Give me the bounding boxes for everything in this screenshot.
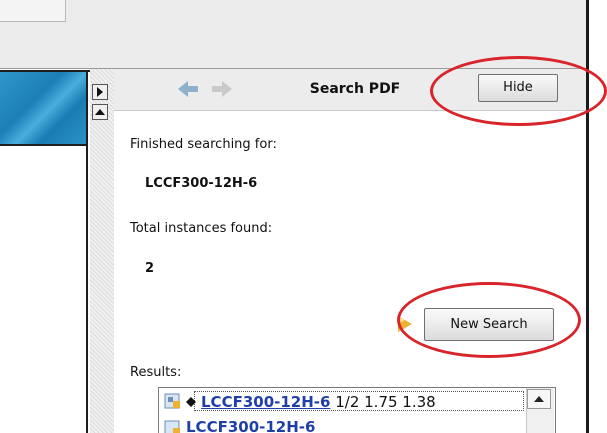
triangle-up-icon [95, 109, 105, 115]
window-frame-edge [586, 0, 589, 433]
pane-splitter[interactable] [90, 69, 114, 433]
result-detail: 1/2 1.75 1.38 [330, 393, 436, 411]
document-banner-image [0, 72, 86, 144]
document-border [86, 70, 88, 433]
triangle-right-icon [97, 87, 103, 97]
results-label: Results: [130, 365, 182, 380]
total-label: Total instances found: [130, 221, 273, 236]
scroll-up-button[interactable] [527, 389, 551, 409]
triangle-up-icon [534, 396, 544, 402]
pdf-result-icon [164, 420, 180, 433]
expand-pane-button[interactable] [92, 84, 108, 100]
window-frame [586, 0, 607, 433]
list-item[interactable]: LCCF300-12H-6 [164, 420, 464, 433]
annotation-ellipse-hide [430, 56, 607, 126]
finished-label: Finished searching for: [130, 137, 277, 152]
pane-title: Search PDF [309, 81, 401, 97]
result-link[interactable]: LCCF300-12H-6 [186, 420, 315, 433]
annotation-ellipse-new-search [397, 282, 581, 358]
list-item[interactable]: LCCF300-12H-6 1/2 1.75 1.38 [164, 392, 526, 412]
search-term: LCCF300-12H-6 [145, 176, 258, 191]
scroll-up-button[interactable] [92, 104, 108, 120]
diamond-bullet-icon [186, 397, 196, 407]
pdf-result-icon [164, 393, 180, 409]
result-link[interactable]: LCCF300-12H-6 [201, 393, 330, 411]
forward-arrow-icon[interactable] [210, 78, 234, 100]
back-arrow-icon[interactable] [176, 78, 200, 100]
toolbar-button[interactable] [0, 0, 66, 22]
document-border [0, 144, 86, 146]
total-count: 2 [145, 261, 155, 276]
